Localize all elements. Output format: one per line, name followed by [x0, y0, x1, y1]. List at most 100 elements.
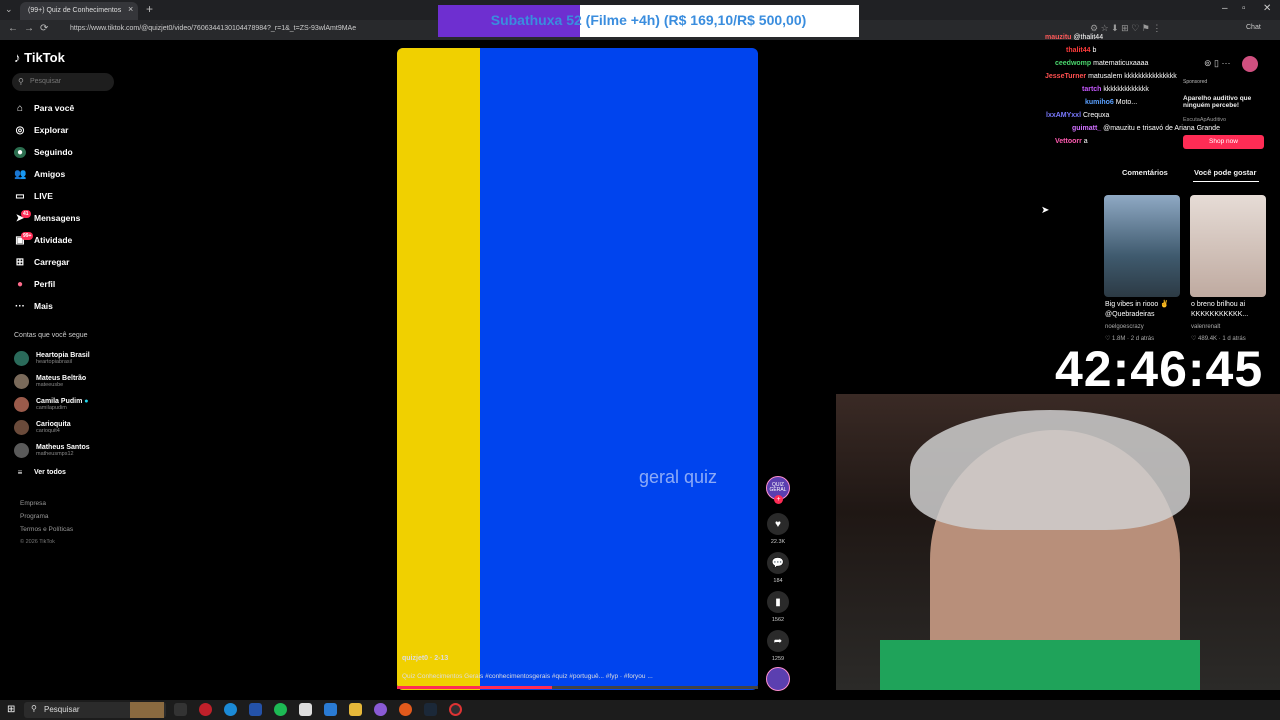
- task-view-icon[interactable]: [174, 703, 187, 716]
- video-author[interactable]: quizjet0 · 2-13: [402, 655, 448, 662]
- forward-icon[interactable]: →: [24, 23, 34, 34]
- share-count: 1259: [771, 656, 785, 662]
- search-input[interactable]: Pesquisar: [12, 73, 114, 91]
- profile-icon: ●: [16, 278, 24, 290]
- message-icon: ➤ 41: [15, 209, 31, 224]
- ad-brand: EscutaApAuditivo: [1183, 117, 1227, 123]
- firefox-icon[interactable]: [399, 703, 412, 716]
- logo-text: TikTok: [24, 50, 65, 65]
- creator-badge-text: QUIZ GERAL: [769, 482, 787, 493]
- close-window-icon[interactable]: ✕: [1263, 3, 1271, 14]
- back-icon[interactable]: ←: [8, 23, 18, 34]
- suggested-caption[interactable]: Big vibes in riooo ✌ @Quebradeiras: [1105, 300, 1181, 320]
- steam-icon[interactable]: [424, 703, 437, 716]
- browser-tab[interactable]: (99+) Quiz de Conhecimentos: [20, 2, 138, 20]
- app-icon[interactable]: [374, 703, 387, 716]
- mouse-cursor-icon: ➤: [1041, 205, 1050, 216]
- toolbar-icons[interactable]: ⊚ ▯ ···: [1204, 58, 1231, 69]
- active-tab-underline: [1193, 181, 1259, 182]
- new-tab-button[interactable]: +: [146, 2, 153, 16]
- comment-button[interactable]: 💬: [767, 552, 789, 574]
- tab-comments[interactable]: Comentários: [1122, 168, 1168, 177]
- suggested-user[interactable]: valenrenalt: [1191, 324, 1220, 330]
- followed-account[interactable]: Carioquita carioquit4: [14, 416, 71, 438]
- avatar: [14, 350, 29, 366]
- reload-icon[interactable]: ⟳: [40, 23, 48, 34]
- store-icon[interactable]: [299, 703, 312, 716]
- chat-button[interactable]: Chat: [1246, 24, 1261, 31]
- upload-icon: ⊞: [15, 256, 25, 268]
- chat-text: b: [1092, 47, 1097, 54]
- nav-atividade[interactable]: ▣ 99+ Atividade: [14, 231, 72, 249]
- app-icon[interactable]: [249, 703, 262, 716]
- nav-carregar[interactable]: ⊞ Carregar: [14, 253, 70, 271]
- opera-icon[interactable]: [199, 703, 212, 716]
- followed-account[interactable]: Camila Pudim ● camilapudim: [14, 393, 88, 415]
- nav-seguindo[interactable]: ● Seguindo: [14, 143, 73, 161]
- save-button[interactable]: ▮: [767, 591, 789, 613]
- video-yellow-stripe: [397, 48, 480, 690]
- nav-live[interactable]: ▭ LIVE: [14, 187, 53, 205]
- followed-account[interactable]: Mateus Beltrão mateeusbe: [14, 370, 86, 392]
- user-avatar[interactable]: [1242, 56, 1258, 72]
- taskbar-search-highlight: [130, 702, 164, 718]
- followed-account[interactable]: Matheus Santos matheusmps12: [14, 439, 90, 461]
- ad-title[interactable]: Aparelho auditivo que ninguém percebe!: [1183, 95, 1268, 109]
- nav-amigos[interactable]: 👥 Amigos: [14, 165, 65, 183]
- stream-timer: 42:46:45: [1055, 341, 1264, 397]
- chat-text: @thalit44: [1073, 34, 1104, 41]
- footer-link[interactable]: Termos e Políticas: [20, 526, 73, 533]
- footer-link[interactable]: Empresa: [20, 500, 46, 507]
- account-name: Matheus Santos: [36, 443, 90, 451]
- following-section-title: Contas que você segue: [14, 332, 88, 339]
- followed-account[interactable]: Heartopia Brasil heartopiabrasil: [14, 347, 90, 369]
- app-icon[interactable]: [324, 703, 337, 716]
- nav-label: Amigos: [34, 169, 66, 179]
- share-icon: ➦: [773, 635, 783, 647]
- chat-user: mauzitu: [1045, 34, 1072, 41]
- video-player[interactable]: [397, 48, 758, 690]
- tab-close-icon[interactable]: ×: [128, 4, 133, 14]
- tab-suggested[interactable]: Você pode gostar: [1194, 168, 1256, 177]
- activity-badge: 99+: [21, 231, 34, 240]
- tab-list-icon[interactable]: ⌄: [5, 4, 13, 15]
- more-icon: ···: [15, 300, 25, 312]
- copyright: © 2026 TikTok: [20, 539, 55, 545]
- maximize-icon[interactable]: ▫: [1242, 3, 1246, 14]
- music-disc-icon[interactable]: [766, 667, 790, 691]
- footer-link[interactable]: Programa: [20, 513, 49, 520]
- home-icon: ⌂: [16, 102, 24, 114]
- obs-icon[interactable]: [449, 703, 462, 716]
- spotify-icon[interactable]: [274, 703, 287, 716]
- nav-label: Para você: [34, 103, 75, 113]
- share-button[interactable]: ➦: [767, 630, 789, 652]
- chat-text: matusalem kkkkkkkkkkkkkkk: [1088, 73, 1177, 80]
- nav-perfil[interactable]: ● Perfil: [14, 275, 55, 293]
- suggested-thumbnail[interactable]: [1190, 195, 1266, 297]
- activity-icon: ▣ 99+: [15, 231, 34, 246]
- account-handle: matheusmps12: [36, 450, 74, 457]
- nav-label: Seguindo: [34, 147, 73, 157]
- suggested-caption[interactable]: o breno brilhou ai KKKKKKKKKKK...: [1191, 300, 1267, 320]
- edge-icon[interactable]: [224, 703, 237, 716]
- chat-user: JesseTurner: [1045, 73, 1087, 80]
- suggested-user[interactable]: noelgoescrazy: [1105, 324, 1144, 330]
- minimize-icon[interactable]: –: [1222, 3, 1228, 14]
- nav-mais[interactable]: ··· Mais: [14, 297, 53, 315]
- tiktok-logo[interactable]: ♪ TikTok: [14, 50, 65, 65]
- chat-user: ceedwomp: [1055, 60, 1092, 67]
- shop-now-button[interactable]: Shop now: [1183, 135, 1264, 149]
- see-all-link[interactable]: ≡ Ver todos: [14, 463, 66, 481]
- nav-explorar[interactable]: ◎ Explorar: [14, 121, 69, 139]
- follow-plus-icon[interactable]: +: [774, 495, 783, 504]
- nav-mensagens[interactable]: ➤ 41 Mensagens: [14, 209, 80, 227]
- nav-para-voce[interactable]: ⌂ Para você: [14, 99, 74, 117]
- chat-user: lxxAMYxxl: [1046, 112, 1082, 119]
- suggested-thumbnail[interactable]: [1104, 195, 1180, 297]
- avatar: [14, 442, 29, 458]
- like-button[interactable]: ♥: [767, 513, 789, 535]
- windows-start-icon[interactable]: ⊞: [7, 704, 15, 715]
- url-field[interactable]: https://www.tiktok.com/@quizjet0/video/7…: [70, 25, 356, 32]
- extension-icons[interactable]: ⚙ ☆ ⬇ ⊞ ♡ ⚑ ⋮: [1090, 23, 1161, 34]
- file-explorer-icon[interactable]: [349, 703, 362, 716]
